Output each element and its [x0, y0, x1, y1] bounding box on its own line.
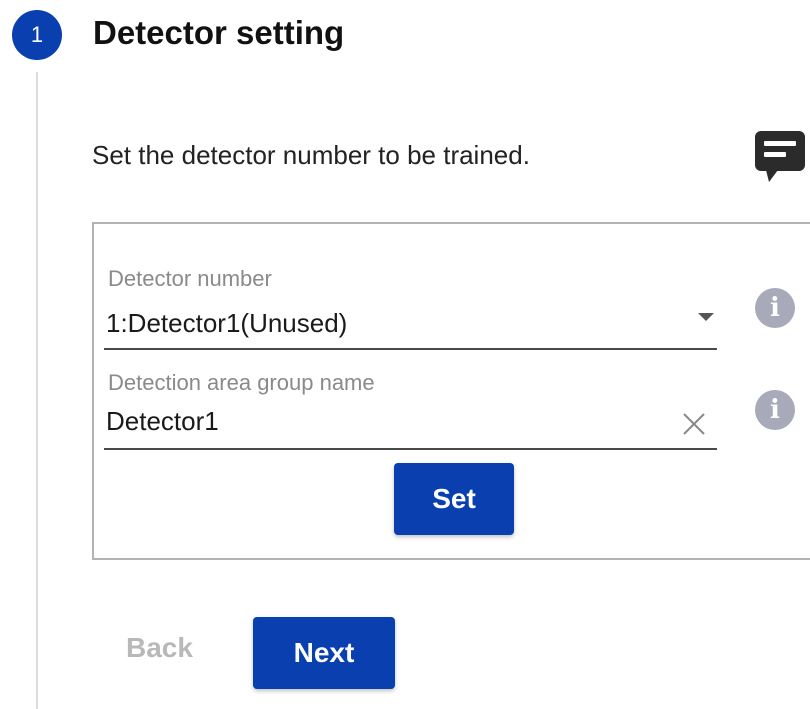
detector-number-label: Detector number: [108, 266, 272, 291]
next-button[interactable]: Next: [253, 617, 395, 689]
step-number-badge: 1: [12, 10, 62, 60]
back-button[interactable]: Back: [126, 632, 193, 664]
group-name-input[interactable]: Detector1: [106, 406, 219, 437]
detector-number-select[interactable]: 1:Detector1(Unused): [106, 308, 347, 339]
close-icon[interactable]: [680, 410, 708, 438]
step-title: Detector setting: [93, 14, 345, 51]
set-button[interactable]: Set: [394, 463, 514, 535]
chat-bubble-icon[interactable]: [752, 128, 808, 186]
instruction-text: Set the detector number to be trained.: [92, 140, 530, 170]
detector-number-underline: [104, 348, 717, 350]
group-name-underline: [104, 448, 717, 450]
info-icon[interactable]: i: [755, 390, 795, 430]
step-connector-line: [36, 72, 38, 709]
chevron-down-icon[interactable]: [698, 313, 714, 321]
info-icon[interactable]: i: [755, 288, 795, 328]
group-name-label: Detection area group name: [108, 370, 375, 395]
